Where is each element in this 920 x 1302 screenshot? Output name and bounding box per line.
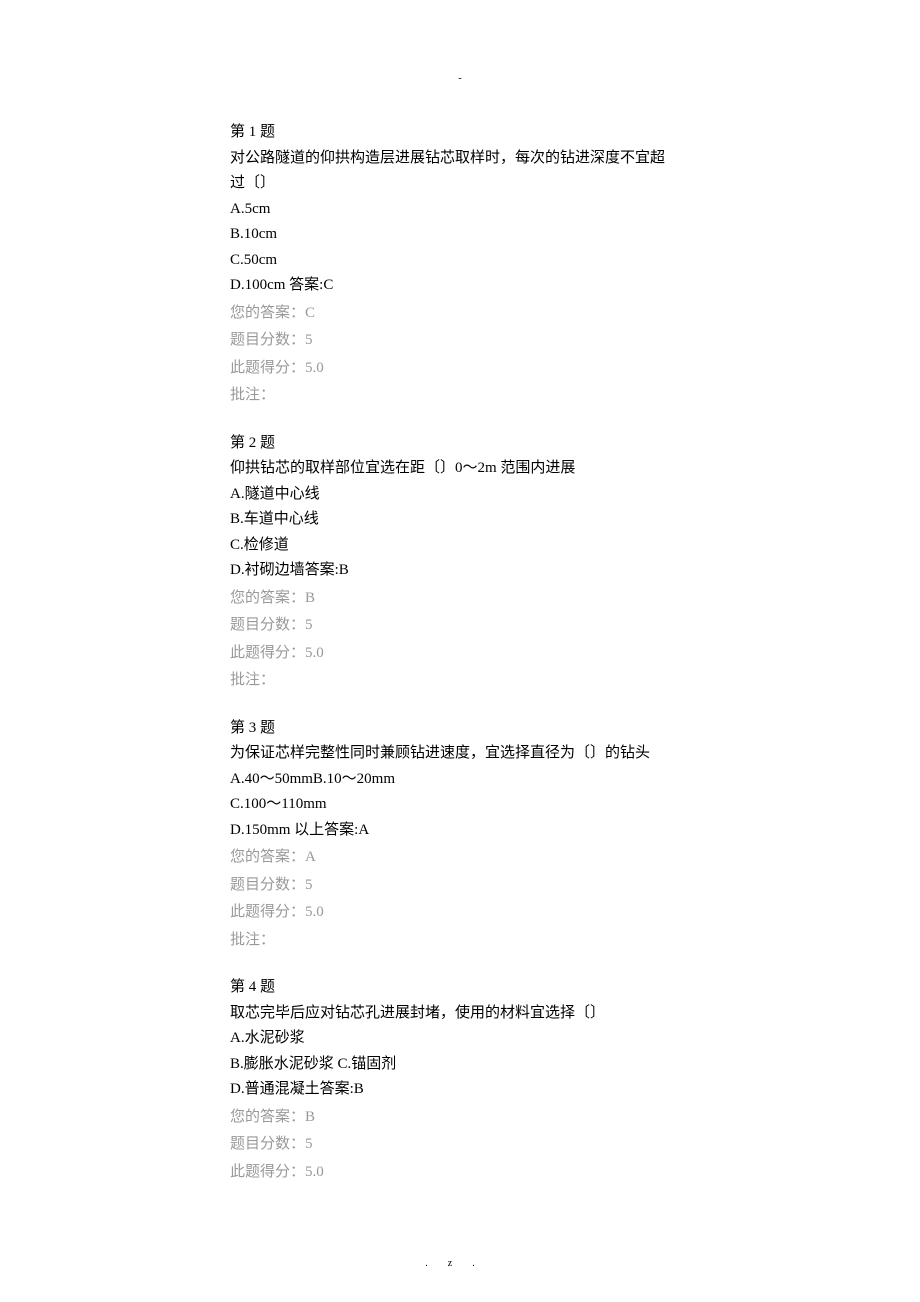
question-stem-line: 过〔〕 xyxy=(230,171,690,197)
remark-line: 批注： xyxy=(230,383,690,409)
score-label: 题目分数： xyxy=(230,877,305,893)
content: 第 1 题 对公路隧道的仰拱构造层进展钻芯取样时，每次的钻进深度不宜超 过〔〕 … xyxy=(230,120,690,1185)
question-title: 第 2 题 xyxy=(230,431,690,457)
remark-label: 批注： xyxy=(230,387,275,403)
your-answer-value: A xyxy=(305,849,316,865)
obtained-value: 5.0 xyxy=(305,1164,324,1180)
question-option: A.水泥砂浆 xyxy=(230,1026,690,1052)
question-option: C.检修道 xyxy=(230,533,690,559)
question-stem-line: 对公路隧道的仰拱构造层进展钻芯取样时，每次的钻进深度不宜超 xyxy=(230,146,690,172)
your-answer-label: 您的答案： xyxy=(230,590,305,606)
score-value: 5 xyxy=(305,877,313,893)
question-option: D.衬砌边墙答案:B xyxy=(230,558,690,584)
score-label: 题目分数： xyxy=(230,332,305,348)
your-answer-line: 您的答案：A xyxy=(230,845,690,871)
question-option: D.100cm 答案:C xyxy=(230,273,690,299)
obtained-value: 5.0 xyxy=(305,645,324,661)
obtained-line: 此题得分：5.0 xyxy=(230,900,690,926)
page: - 第 1 题 对公路隧道的仰拱构造层进展钻芯取样时，每次的钻进深度不宜超 过〔… xyxy=(0,0,920,1302)
question-option: C.100～110mm xyxy=(230,792,690,818)
your-answer-value: B xyxy=(305,1109,315,1125)
question-title: 第 1 题 xyxy=(230,120,690,146)
obtained-label: 此题得分： xyxy=(230,904,305,920)
question-stem-line: 为保证芯样完整性同时兼顾钻进速度，宜选择直径为〔〕的钻头 xyxy=(230,741,690,767)
question-4: 第 4 题 取芯完毕后应对钻芯孔进展封堵，使用的材料宜选择〔〕 A.水泥砂浆 B… xyxy=(230,975,690,1185)
question-option: D.150mm 以上答案:A xyxy=(230,818,690,844)
question-2: 第 2 题 仰拱钻芯的取样部位宜选在距〔〕0～2m 范围内进展 A.隧道中心线 … xyxy=(230,431,690,694)
your-answer-line: 您的答案：B xyxy=(230,1105,690,1131)
remark-label: 批注： xyxy=(230,932,275,948)
score-line: 题目分数：5 xyxy=(230,873,690,899)
score-line: 题目分数：5 xyxy=(230,1132,690,1158)
obtained-line: 此题得分：5.0 xyxy=(230,641,690,667)
question-option: A.40～50mmB.10～20mm xyxy=(230,767,690,793)
your-answer-value: C xyxy=(305,305,315,321)
score-value: 5 xyxy=(305,332,313,348)
score-line: 题目分数：5 xyxy=(230,613,690,639)
your-answer-label: 您的答案： xyxy=(230,1109,305,1125)
obtained-label: 此题得分： xyxy=(230,645,305,661)
question-option: D.普通混凝土答案:B xyxy=(230,1077,690,1103)
remark-label: 批注： xyxy=(230,672,275,688)
score-line: 题目分数：5 xyxy=(230,328,690,354)
obtained-line: 此题得分：5.0 xyxy=(230,356,690,382)
score-label: 题目分数： xyxy=(230,1136,305,1152)
score-label: 题目分数： xyxy=(230,617,305,633)
question-option: A.5cm xyxy=(230,197,690,223)
obtained-value: 5.0 xyxy=(305,904,324,920)
question-3: 第 3 题 为保证芯样完整性同时兼顾钻进速度，宜选择直径为〔〕的钻头 A.40～… xyxy=(230,716,690,954)
obtained-line: 此题得分：5.0 xyxy=(230,1160,690,1186)
remark-line: 批注： xyxy=(230,928,690,954)
your-answer-line: 您的答案：B xyxy=(230,586,690,612)
question-option: B.车道中心线 xyxy=(230,507,690,533)
question-1: 第 1 题 对公路隧道的仰拱构造层进展钻芯取样时，每次的钻进深度不宜超 过〔〕 … xyxy=(230,120,690,409)
obtained-label: 此题得分： xyxy=(230,1164,305,1180)
footer-right: z. xyxy=(448,1258,495,1269)
question-option: B.10cm xyxy=(230,222,690,248)
question-stem-line: 仰拱钻芯的取样部位宜选在距〔〕0～2m 范围内进展 xyxy=(230,456,690,482)
your-answer-value: B xyxy=(305,590,315,606)
question-option: B.膨胀水泥砂浆 C.锚固剂 xyxy=(230,1052,690,1078)
your-answer-line: 您的答案：C xyxy=(230,301,690,327)
question-option: A.隧道中心线 xyxy=(230,482,690,508)
footer-mark: .z. xyxy=(425,1255,494,1272)
obtained-label: 此题得分： xyxy=(230,360,305,376)
obtained-value: 5.0 xyxy=(305,360,324,376)
score-value: 5 xyxy=(305,617,313,633)
remark-line: 批注： xyxy=(230,668,690,694)
your-answer-label: 您的答案： xyxy=(230,305,305,321)
score-value: 5 xyxy=(305,1136,313,1152)
question-stem-line: 取芯完毕后应对钻芯孔进展封堵，使用的材料宜选择〔〕 xyxy=(230,1001,690,1027)
header-mark: - xyxy=(458,70,461,87)
question-title: 第 4 题 xyxy=(230,975,690,1001)
question-title: 第 3 题 xyxy=(230,716,690,742)
question-option: C.50cm xyxy=(230,248,690,274)
footer-left: . xyxy=(425,1258,448,1269)
your-answer-label: 您的答案： xyxy=(230,849,305,865)
